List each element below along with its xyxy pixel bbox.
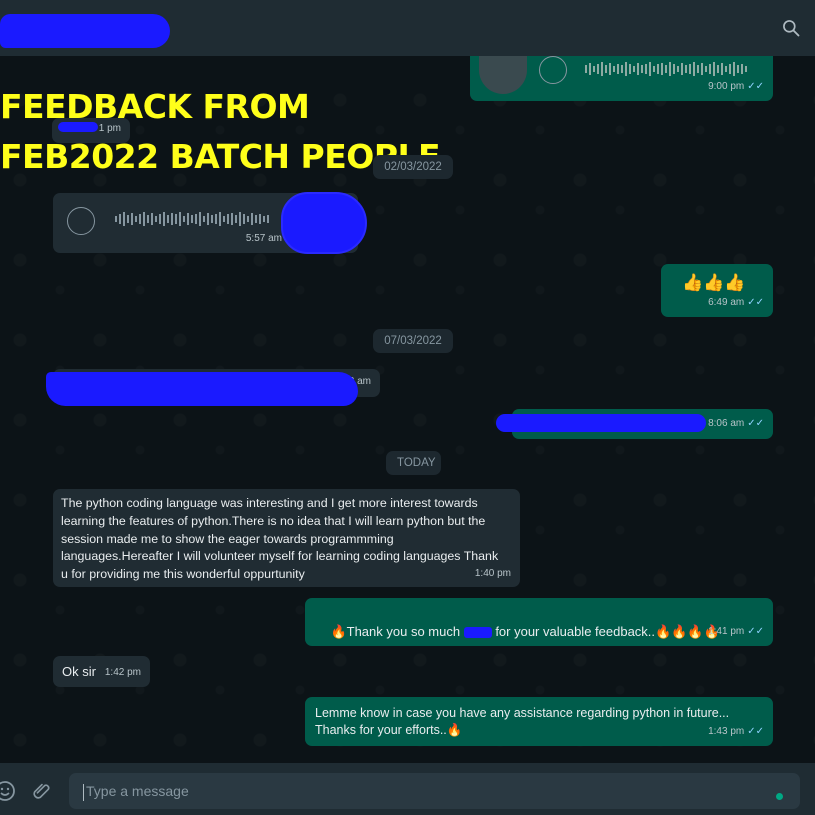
text-caret bbox=[83, 783, 84, 801]
waveform bbox=[585, 62, 747, 76]
small-message-incoming[interactable]: 1 pm bbox=[52, 118, 130, 143]
voice-message-outgoing[interactable]: 9:00 pm ✓✓ bbox=[470, 56, 773, 101]
avatar bbox=[479, 56, 527, 94]
emoji-message-outgoing[interactable]: 👍👍👍 6:49 am ✓✓ bbox=[661, 264, 773, 317]
mic-dot bbox=[776, 793, 783, 800]
paperclip-icon[interactable] bbox=[31, 780, 53, 802]
redacted-contact-name bbox=[0, 14, 170, 48]
message-time: 1:43 pm ✓✓ bbox=[708, 726, 764, 737]
message-time: 1 pm bbox=[98, 123, 121, 134]
message-time: 1:40 pm bbox=[474, 568, 511, 579]
message-text: 🔥Thank you so much for your valuable fee… bbox=[314, 604, 764, 659]
redaction-mark bbox=[463, 627, 492, 639]
message-time: 6:49 am ✓✓ bbox=[708, 297, 764, 308]
read-ticks-icon: ✓✓ bbox=[747, 626, 764, 637]
redacted-avatar bbox=[281, 192, 367, 254]
read-ticks-icon: ✓✓ bbox=[747, 81, 764, 92]
ok-message-incoming[interactable]: Ok sir 1:42 pm bbox=[53, 656, 150, 687]
message-text: 👍👍👍 bbox=[682, 273, 746, 292]
redaction-mark bbox=[496, 414, 706, 432]
redaction-mark bbox=[58, 122, 98, 132]
message-text-part: for your valuable feedback..🔥🔥🔥🔥 bbox=[491, 624, 720, 639]
download-icon[interactable] bbox=[67, 207, 95, 235]
message-text-part: 🔥Thank you so much bbox=[330, 624, 464, 639]
message-time: 1:41 pm ✓✓ bbox=[708, 626, 764, 637]
download-icon[interactable] bbox=[539, 56, 567, 84]
message-input[interactable]: Type a message bbox=[69, 773, 800, 809]
waveform bbox=[115, 212, 269, 226]
date-separator: 07/03/2022 bbox=[373, 329, 453, 353]
lemme-message-outgoing[interactable]: Lemme know in case you have any assistan… bbox=[305, 697, 773, 746]
read-ticks-icon: ✓✓ bbox=[747, 726, 764, 737]
banner-line-1: FEEDBACK FROM bbox=[0, 87, 310, 126]
search-icon[interactable] bbox=[781, 18, 801, 38]
emoji-icon[interactable] bbox=[0, 780, 16, 802]
message-input-placeholder: Type a message bbox=[86, 783, 189, 799]
message-time: 8:06 am ✓✓ bbox=[708, 418, 764, 429]
message-time: 9:00 pm ✓✓ bbox=[708, 81, 764, 92]
date-separator: TODAY bbox=[386, 451, 441, 475]
redaction-mark bbox=[46, 372, 358, 406]
message-text: Ok sir bbox=[62, 664, 96, 679]
thanks-message-outgoing[interactable]: 🔥Thank you so much for your valuable fee… bbox=[305, 598, 773, 646]
feedback-message-incoming[interactable]: The python coding language was interesti… bbox=[53, 489, 520, 587]
read-ticks-icon: ✓✓ bbox=[747, 418, 764, 429]
read-ticks-icon: ✓✓ bbox=[747, 297, 764, 308]
chat-header bbox=[0, 0, 815, 56]
message-text: Lemme know in case you have any assistan… bbox=[315, 706, 730, 737]
message-time: 5:57 am bbox=[245, 233, 282, 244]
date-separator: 02/03/2022 bbox=[373, 155, 453, 179]
message-time: 1:42 pm bbox=[104, 667, 141, 678]
message-text: The python coding language was interesti… bbox=[61, 496, 502, 582]
